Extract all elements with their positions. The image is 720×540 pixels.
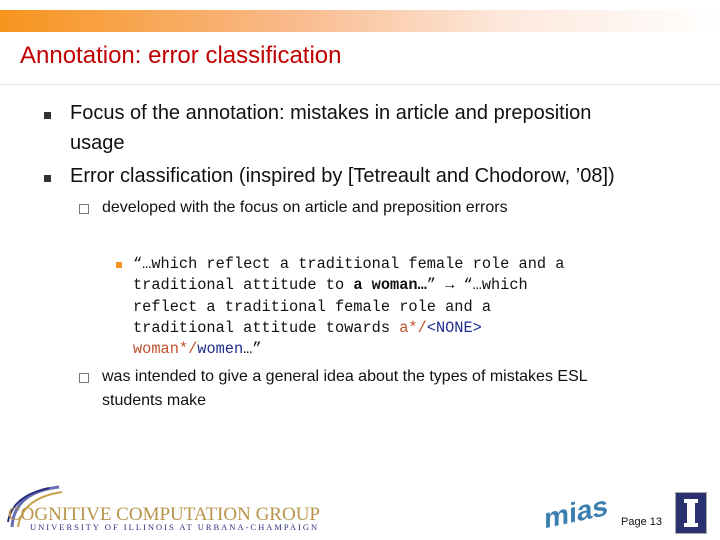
bullet-text-cont: usage <box>70 132 125 154</box>
sub-bullet-text: was intended to give a general idea abou… <box>102 368 588 385</box>
correction-tag: <NONE> <box>426 318 482 337</box>
title-divider <box>0 84 720 85</box>
logo-subtext: UNIVERSITY OF ILLINOIS AT URBANA-CHAMPAI… <box>30 522 320 532</box>
header-gradient-bar <box>0 10 720 32</box>
bullet-text: Error classification (inspired by [Tetre… <box>70 165 615 187</box>
example-sentence: “…which reflect a traditional female rol… <box>133 254 564 360</box>
ccg-logo: COGNITIVE COMPUTATION GROUP UNIVERSITY O… <box>4 482 344 532</box>
sub-bullet-icon <box>79 204 89 214</box>
error-tag: woman*/ <box>133 340 198 359</box>
bullet-icon <box>44 112 51 119</box>
bullet-text: Focus of the annotation: mistakes in art… <box>70 102 592 124</box>
sub-bullet-icon <box>79 373 89 383</box>
sub-bullet-text: developed with the focus on article and … <box>102 199 508 216</box>
example-bold: a woman… <box>353 276 427 295</box>
bullet-icon <box>44 175 51 182</box>
example-bullet-icon <box>116 262 122 268</box>
mias-logo: mias <box>540 489 608 537</box>
correction-tag: women <box>197 340 244 359</box>
example-text: …” <box>243 340 262 359</box>
illinois-logo <box>675 492 707 534</box>
mias-logo-text: mias <box>544 489 608 535</box>
sub-bullet-text-cont: students make <box>102 392 207 409</box>
error-tag: a*/ <box>399 318 427 337</box>
slide-title: Annotation: error classification <box>20 42 342 69</box>
page-number: Page 13 <box>621 516 662 528</box>
